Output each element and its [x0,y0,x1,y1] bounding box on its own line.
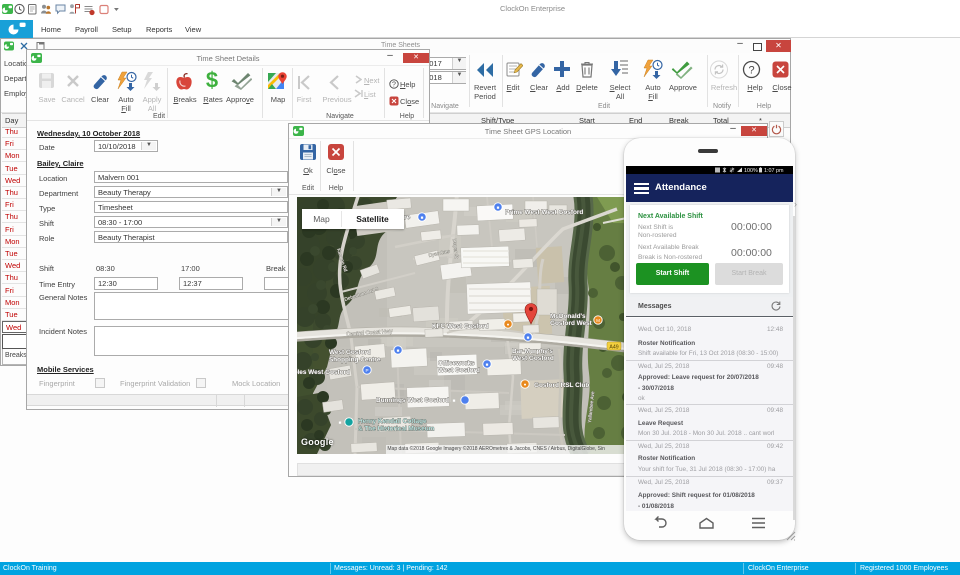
svg-text:■: ■ [397,348,400,353]
svg-text:McDonald's: McDonald's [550,313,586,320]
svg-text:Bar-Murphy's: Bar-Murphy's [512,348,553,355]
svg-text:M: M [596,318,600,323]
svg-text:■: ■ [339,420,342,425]
svg-text:Gosford West: Gosford West [550,320,593,327]
svg-text:Henry Kendall Cottage: Henry Kendall Cottage [358,418,427,425]
svg-text:Gosford RSL Club: Gosford RSL Club [534,382,589,389]
svg-text:West Gosford: West Gosford [329,349,371,356]
svg-text:■: ■ [453,398,456,403]
svg-text:West Gosford: West Gosford [438,367,480,374]
svg-text:■: ■ [527,335,530,340]
svg-text:Officeworks: Officeworks [438,360,475,367]
svg-text:?: ? [392,82,396,89]
svg-text:■: ■ [486,362,489,367]
svg-text:P: P [365,368,368,373]
svg-text:Shopping Centre: Shopping Centre [329,356,381,363]
svg-text:100%: 100% [744,168,758,173]
svg-text:West Gosford: West Gosford [512,355,554,362]
svg-text:$: $ [206,70,218,91]
svg-text:■: ■ [421,215,424,220]
svg-text:A49: A49 [609,344,618,350]
svg-text:& The Historical Museum: & The Historical Museum [358,425,435,432]
svg-text:?: ? [748,65,754,77]
svg-text:●: ● [524,382,527,387]
svg-text:Bunnings West Gosford: Bunnings West Gosford [376,397,449,404]
svg-text:●: ● [507,322,510,327]
svg-text:Prime West West Gosford: Prime West West Gosford [505,209,583,216]
svg-text:1:07 pm: 1:07 pm [764,168,784,173]
svg-text:KFC West Gosford: KFC West Gosford [432,323,489,330]
svg-text:■: ■ [497,205,500,210]
svg-text:Coles West Gosford: Coles West Gosford [297,369,350,376]
